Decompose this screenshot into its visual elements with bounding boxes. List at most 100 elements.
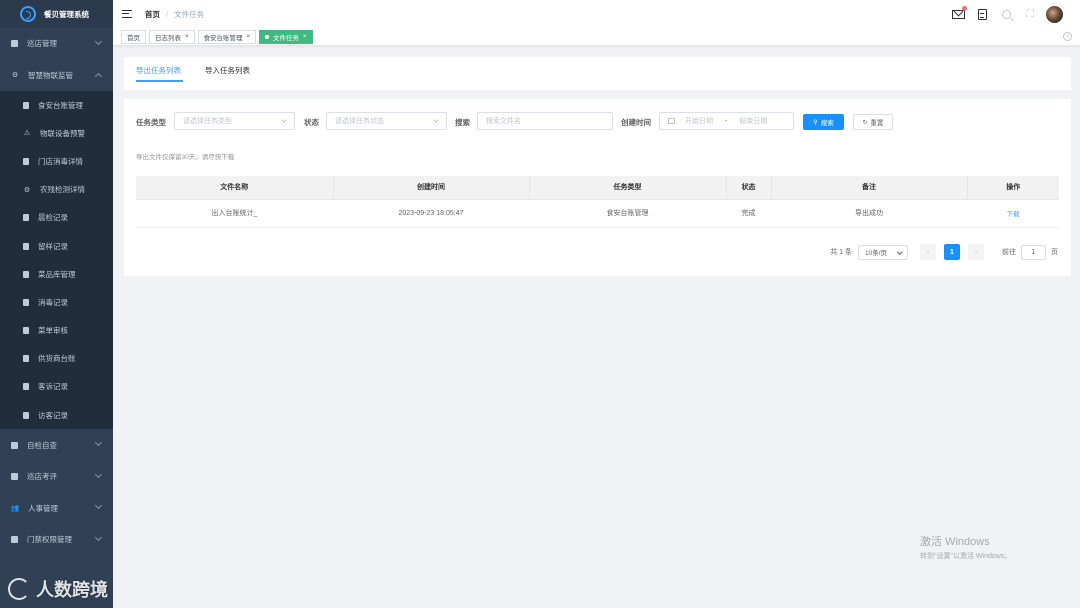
sidebar-item-label: 门店消毒详情 [38, 156, 83, 166]
page-size-select[interactable]: 10条/页 [858, 244, 908, 260]
users-icon: 👥 [10, 505, 20, 512]
sidebar-subitem-dish-library[interactable]: 菜品库管理 [0, 260, 113, 288]
close-icon[interactable]: × [303, 34, 307, 40]
task-type-select[interactable]: 请选择任务类型 [174, 112, 295, 130]
tag-label: 日志列表 [155, 34, 181, 42]
chevron-down-icon [94, 439, 103, 447]
header-actions: ⛶ [944, 4, 1063, 24]
tag-file-tasks[interactable]: 文件任务 × [259, 29, 313, 44]
sidebar-item-label: 供货商台账 [38, 354, 76, 364]
sidebar-subitem-menu-review[interactable]: 菜单审核 [0, 317, 113, 345]
chevron-down-icon [896, 248, 902, 254]
search-label: 搜索 [455, 118, 470, 127]
sidebar-item-label: 门禁权限管理 [27, 535, 72, 544]
col-created-at: 创建时间 [333, 176, 530, 200]
close-all-tags-icon[interactable]: × [1063, 32, 1072, 41]
fullscreen-icon: ⛶ [1026, 8, 1034, 20]
filter-form: 任务类型 请选择任务类型 状态 请选择任务状态 搜索 搜索文件名 创建时间 开始… [124, 112, 1071, 130]
sidebar-item-label: 消毒记录 [38, 297, 68, 307]
sidebar-item-label: 客诉记录 [38, 382, 68, 392]
breadcrumb-home[interactable]: 首页 [145, 9, 160, 20]
table-row: 出入台账统计_ 2023-09-23 18:05:47 食安台账管理 完成 导出… [136, 199, 1059, 228]
prev-page-button[interactable]: ‹ [920, 244, 936, 260]
col-status: 状态 [726, 176, 772, 200]
sidebar-subitem-sample[interactable]: 留样记录 [0, 232, 113, 260]
header-search-button[interactable] [996, 4, 1016, 24]
search-input[interactable]: 搜索文件名 [477, 112, 613, 130]
sidebar-item-self-check[interactable]: 自检自查 [0, 429, 113, 461]
page-suffix: 页 [1051, 249, 1058, 256]
date-range-picker[interactable]: 开始日期 - 结束日期 [659, 112, 794, 130]
page-size-value: 10条/页 [865, 250, 888, 257]
hamburger-icon[interactable] [122, 10, 132, 18]
brand-watermark-text: 人数跨境 [36, 580, 108, 600]
download-link[interactable]: 下载 [967, 199, 1059, 228]
sidebar-item-label: 人事管理 [28, 503, 58, 513]
tag-ledger[interactable]: 食安台账管理 × [197, 29, 257, 44]
tab-export-tasks[interactable]: 导出任务列表 [136, 65, 181, 76]
date-separator: - [725, 117, 728, 125]
search-icon: ⚲ [813, 119, 818, 126]
sidebar-item-label: 菜品库管理 [38, 269, 76, 279]
tag-home[interactable]: 首页 [121, 29, 146, 44]
close-icon[interactable]: × [247, 34, 251, 40]
tag-label: 首页 [127, 34, 140, 42]
search-button[interactable]: ⚲ 搜索 [803, 114, 844, 130]
fullscreen-button[interactable]: ⛶ [1020, 4, 1040, 24]
tag-log-list[interactable]: 日志列表 × [149, 29, 195, 44]
notification-dot [962, 6, 967, 11]
goto-label: 前往 [1002, 249, 1016, 256]
breadcrumb-current: 文件任务 [174, 9, 205, 19]
sidebar-subitem-morning-check[interactable]: 晨检记录 [0, 204, 113, 232]
sidebar-subitem-visitor[interactable]: 访客记录 [0, 401, 113, 429]
active-dot-icon [265, 34, 270, 39]
tab-import-tasks[interactable]: 导入任务列表 [205, 65, 250, 76]
page-number-current[interactable]: 1 [944, 244, 960, 260]
sidebar-item-label: 自检自查 [27, 440, 57, 450]
col-task-type: 任务类型 [529, 176, 727, 200]
next-page-button[interactable]: › [968, 244, 984, 260]
avatar[interactable] [1046, 5, 1063, 23]
sidebar-subitem-device-alert[interactable]: ⚠ 物联设备预警 [0, 119, 113, 147]
retention-tip: 导出文件仅保留30天，请尽快下载 [136, 154, 235, 161]
sidebar-subitem-disinfect-record[interactable]: 消毒记录 [0, 288, 113, 316]
logo-icon [20, 6, 36, 22]
search-icon [1001, 9, 1011, 19]
sidebar-subitem-disinfect-detail[interactable]: 门店消毒详情 [0, 147, 113, 175]
sidebar-subitem-complaint[interactable]: 客诉记录 [0, 373, 113, 401]
sidebar-item-iot[interactable]: ⚙ 智慧物联监管 [0, 60, 113, 92]
document-icon [23, 327, 29, 335]
brand-logo-icon [8, 578, 30, 600]
app-title: 餐贝管理系统 [44, 9, 89, 19]
document-icon [23, 157, 29, 165]
sidebar-item-evaluation[interactable]: 巡店考评 [0, 461, 113, 493]
sidebar-item-label: 访客记录 [38, 410, 68, 420]
chevron-down-icon [281, 117, 287, 123]
tag-label: 食安台账管理 [203, 34, 243, 42]
task-tabs: 导出任务列表 导入任务列表 [124, 57, 1071, 90]
sidebar-item-hr[interactable]: 👥 人事管理 [0, 492, 113, 524]
goto-page-input[interactable]: 1 [1021, 244, 1046, 260]
messages-button[interactable] [948, 4, 968, 24]
status-select[interactable]: 请选择任务状态 [326, 112, 447, 130]
search-button-label: 搜索 [820, 120, 834, 127]
task-type-placeholder: 请选择任务类型 [183, 118, 232, 125]
col-action: 操作 [967, 176, 1059, 200]
sidebar-menu: 巡店管理 ⚙ 智慧物联监管 食安台账管理 ⚠ 物联设备预警 门店消毒详情 ⚙ 农残检… [0, 28, 113, 555]
sidebar-subitem-ledger[interactable]: 食安台账管理 [0, 91, 113, 119]
sidebar-item-access[interactable]: 门禁权限管理 [0, 524, 113, 556]
sidebar-subitem-pesticide[interactable]: ⚙ 农残检测详情 [0, 176, 113, 204]
sidebar-item-label: 巡店考评 [27, 472, 57, 481]
close-icon[interactable]: × [185, 34, 189, 40]
docs-button[interactable] [972, 4, 992, 24]
gear-icon: ⚙ [11, 72, 19, 80]
reset-button[interactable]: ↻ 重置 [853, 114, 893, 130]
app-logo[interactable]: 餐贝管理系统 [0, 0, 113, 28]
sidebar-subitem-supplier[interactable]: 供货商台账 [0, 345, 113, 373]
tags-view: 首页 日志列表 × 食安台账管理 × 文件任务 × × [113, 28, 1080, 46]
watermark-title: 激活 Windows [920, 536, 990, 548]
sidebar: 餐贝管理系统 巡店管理 ⚙ 智慧物联监管 食安台账管理 ⚠ 物联设备预警 门店消毒… [0, 0, 113, 608]
status-placeholder: 请选择任务状态 [335, 118, 384, 125]
ledger-icon [23, 270, 29, 278]
sidebar-item-patrol[interactable]: 巡店管理 [0, 28, 113, 60]
